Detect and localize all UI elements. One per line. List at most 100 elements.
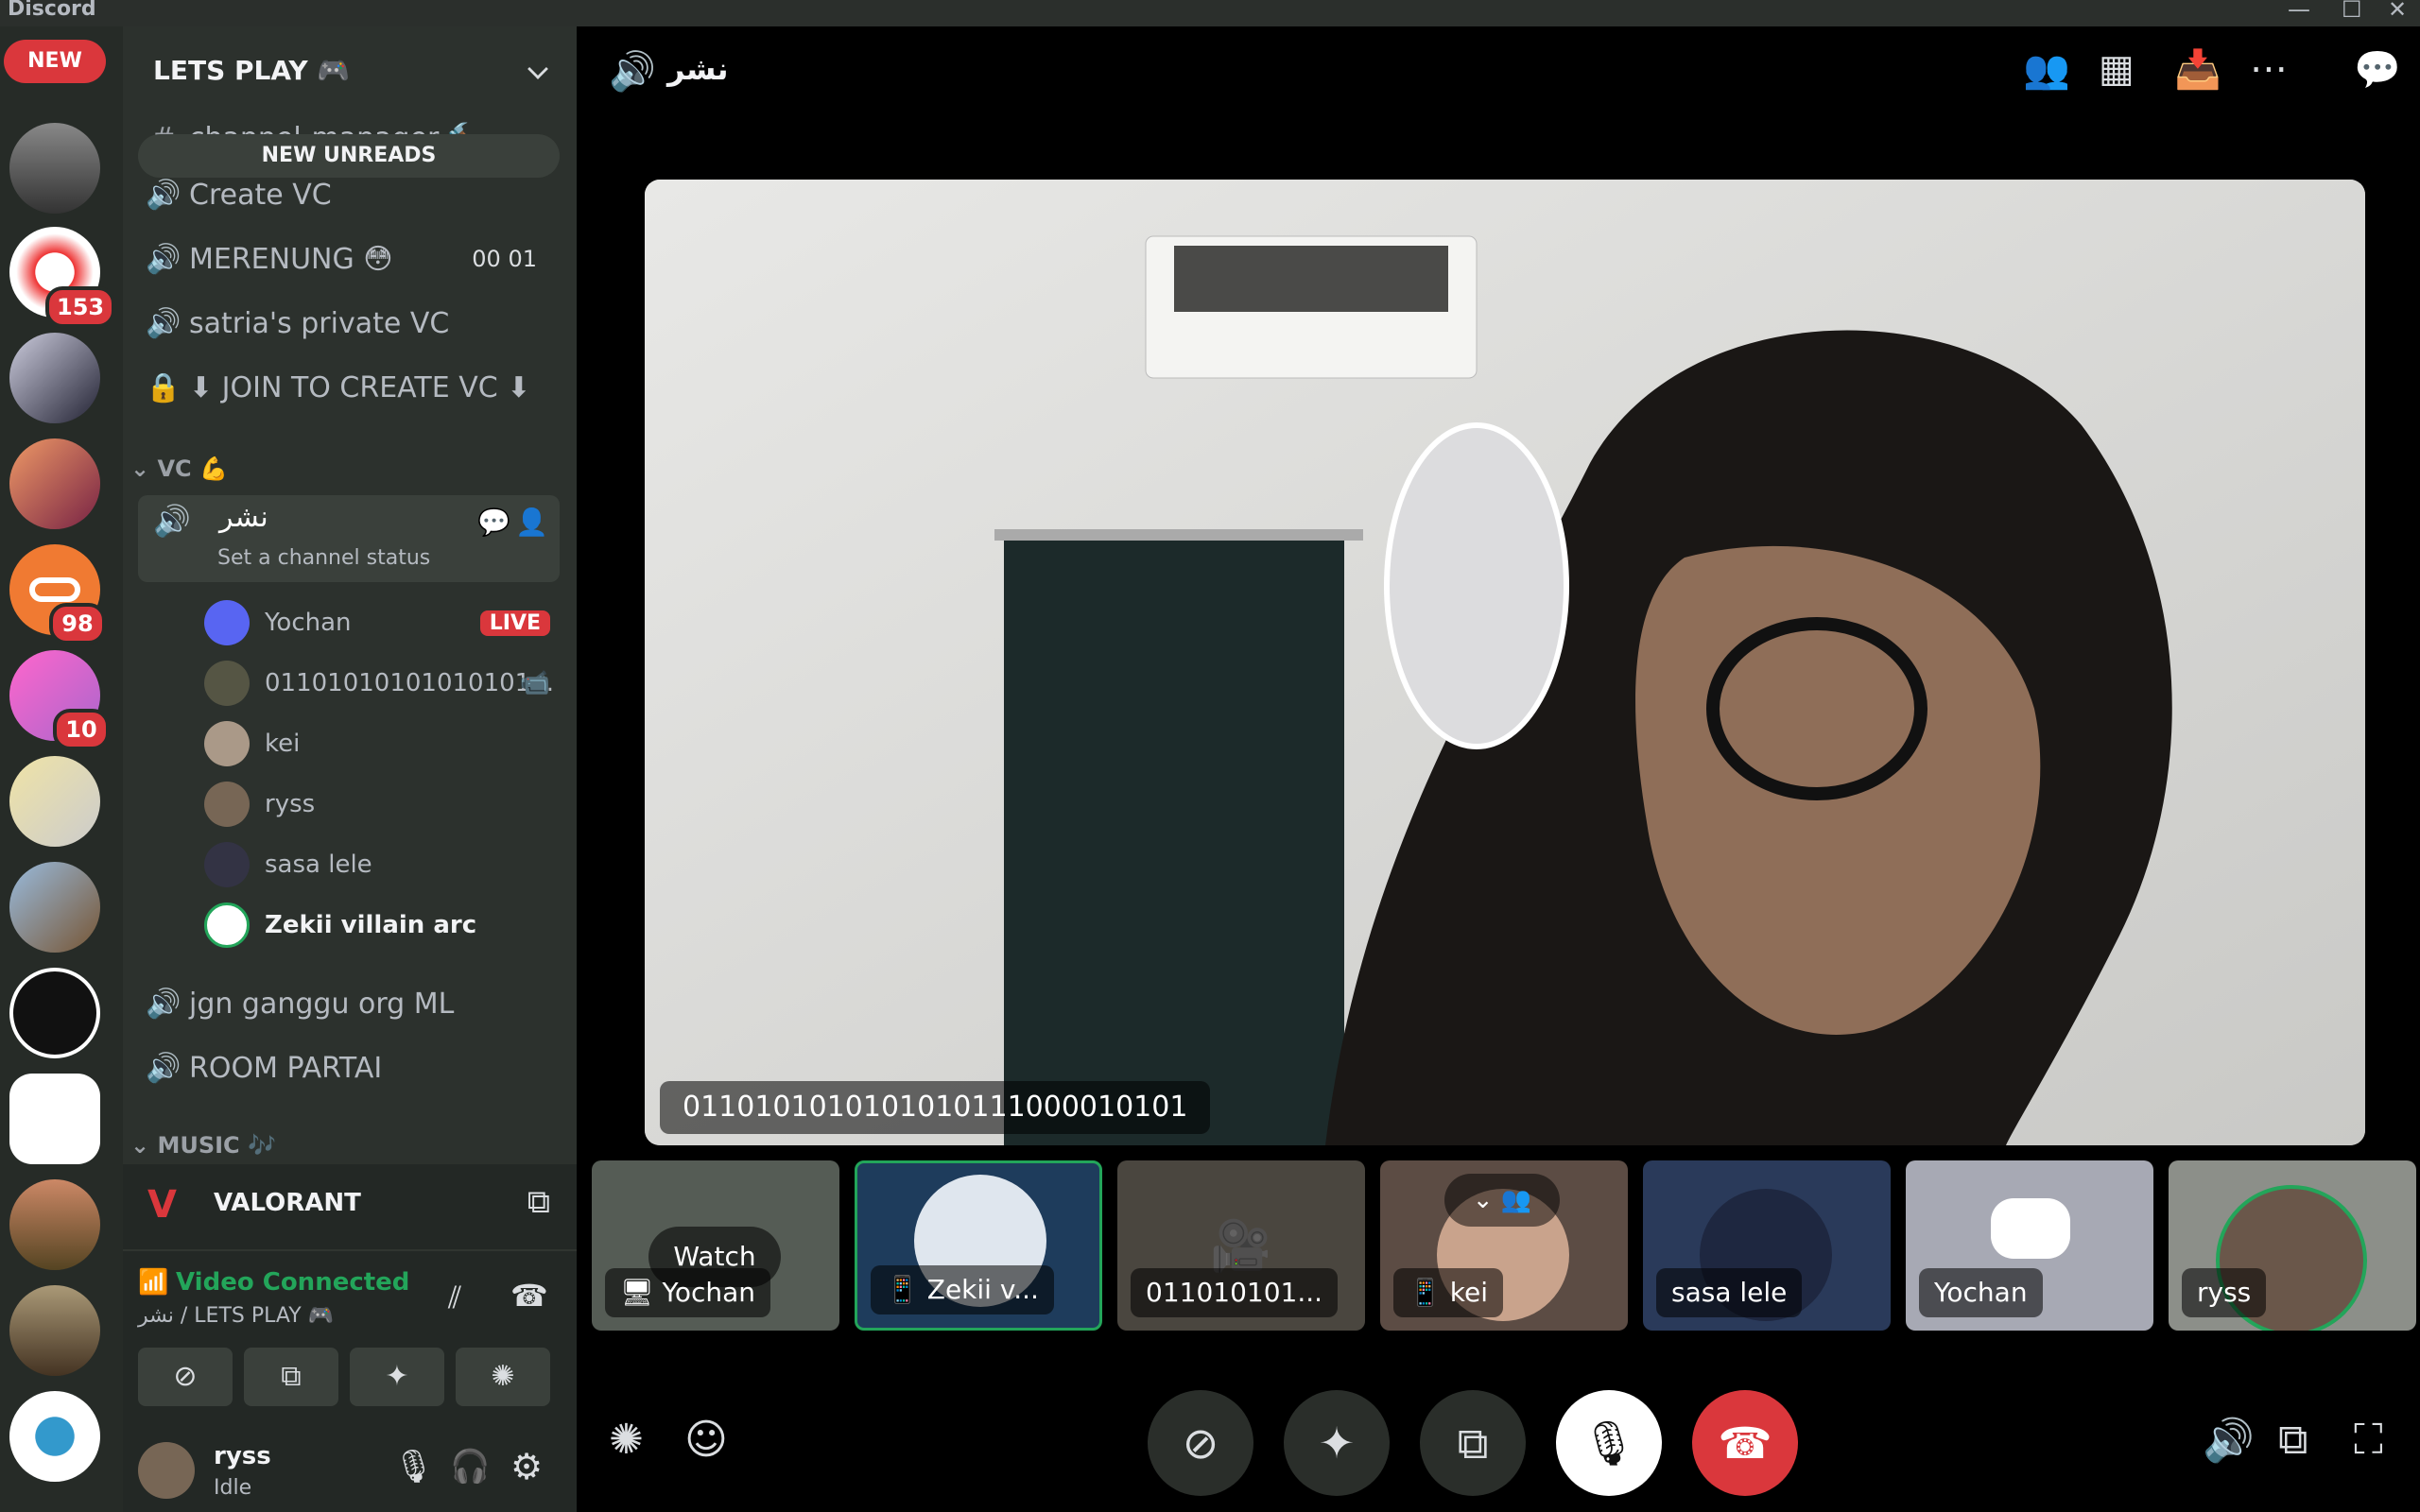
voice-member[interactable]: ryss [204, 778, 563, 831]
microphone-icon[interactable]: 🎙 [393, 1448, 434, 1486]
server-rail: NEW 153 98 10 [0, 26, 123, 1512]
server-icon-9[interactable] [9, 968, 100, 1058]
inbox-icon[interactable]: 📥 [2174, 47, 2221, 92]
channel-item[interactable]: 🔊 ROOM PARTAI [138, 1040, 560, 1096]
guild-name: LETS PLAY 🎮 [153, 55, 351, 86]
activities-button[interactable]: ✦ [350, 1348, 444, 1406]
chat-icon[interactable]: 💬 [477, 507, 510, 538]
participant-tile[interactable]: Yochan [1906, 1160, 2153, 1331]
server-icon-12[interactable] [9, 1285, 100, 1376]
share-screen-button[interactable]: ⧉ [1420, 1390, 1526, 1496]
minimize-button[interactable]: — [2288, 0, 2310, 23]
soundboard-icon: ✺ [491, 1360, 515, 1393]
voice-member[interactable]: 01101010101010101... 📹 [204, 657, 563, 710]
server-icon-10[interactable] [9, 1074, 100, 1164]
server-icon-13[interactable] [9, 1391, 100, 1482]
chevron-down-icon: ⌄ [130, 455, 158, 482]
screen-share-icon: 🖥 [620, 1277, 663, 1308]
category-music[interactable]: ⌄ MUSIC 🎶 [130, 1132, 276, 1159]
participant-tile[interactable]: 🎥 011010101... [1117, 1160, 1365, 1331]
user-name: ryss [214, 1442, 271, 1470]
share-screen-icon: ⧉ [1457, 1418, 1489, 1469]
volume-icon[interactable]: 🔊 [2203, 1416, 2255, 1465]
tile-name: kei [1449, 1277, 1488, 1308]
category-vc[interactable]: ⌄ VC 💪 [130, 455, 228, 482]
channel-name: MERENUNG 😳 [189, 242, 393, 276]
server-icon-4[interactable] [9, 438, 100, 529]
camera-off-button[interactable]: ⊘ [138, 1348, 233, 1406]
noise-suppression-icon[interactable]: ⫽ [448, 1280, 461, 1316]
server-icon-1[interactable] [9, 123, 100, 214]
channel-item[interactable]: 🔊 Create VC [138, 166, 560, 223]
maximize-button[interactable]: ☐ [2342, 0, 2362, 23]
voice-member[interactable]: sasa lele [204, 838, 563, 891]
microphone-button[interactable]: 🎙 [1556, 1390, 1662, 1496]
chat-icon[interactable]: 💬 [2354, 47, 2401, 92]
user-status: Idle [214, 1476, 252, 1500]
channel-item[interactable]: 🔊 satria's private VC [138, 295, 560, 352]
more-icon[interactable]: ⋯ [2250, 47, 2288, 91]
disconnect-icon[interactable]: ☎ [510, 1278, 548, 1314]
voice-member[interactable]: kei [204, 717, 563, 770]
voice-member-speaking[interactable]: Zekii villain arc [204, 899, 563, 952]
channel-name: ⬇ JOIN TO CREATE VC ⬇ [189, 370, 531, 404]
stage-name-chip: 0110101010101010111000010101 [660, 1081, 1211, 1134]
participant-tile[interactable]: 📱 Zekii v... [855, 1160, 1102, 1331]
headphones-icon[interactable]: 🎧 [450, 1448, 490, 1486]
server-icon-8[interactable] [9, 862, 100, 953]
tile-name-chip: ryss [2182, 1268, 2267, 1317]
channel-name: jgn ganggu org ML [189, 987, 455, 1021]
channel-status-input[interactable]: Set a channel status [217, 546, 430, 570]
voice-status[interactable]: Video Connected [176, 1268, 409, 1297]
user-panel: ryss Idle 🎙 🎧 ⚙ [123, 1429, 577, 1512]
gear-icon[interactable]: ⚙ [510, 1446, 543, 1487]
member-name: ryss [265, 790, 316, 818]
activities-button[interactable]: ✦ [1284, 1390, 1390, 1496]
active-voice-channel[interactable]: 🔊 نشر Set a channel status 💬 👤 [138, 495, 560, 582]
soundboard-button[interactable]: ✺ [456, 1348, 550, 1406]
voice-location[interactable]: نشر / LETS PLAY 🎮 [138, 1304, 334, 1328]
channel-item[interactable]: 🔊 MERENUNG 😳 00 01 [138, 231, 560, 287]
voice-member[interactable]: Yochan LIVE [204, 596, 563, 649]
popout-icon[interactable]: ⧉ [2278, 1416, 2308, 1464]
tile-menu-icon[interactable]: ⌄ 👥 [1444, 1174, 1560, 1227]
category-label: VC 💪 [157, 455, 228, 482]
focused-video[interactable]: 0110101010101010111000010101 [645, 180, 2365, 1145]
member-name: Zekii villain arc [265, 911, 477, 939]
stream-icon[interactable]: ⧉ [527, 1183, 550, 1221]
avatar [204, 842, 250, 887]
guild-header[interactable]: LETS PLAY 🎮 [123, 26, 577, 117]
soundboard-icon[interactable]: ✺ [609, 1416, 644, 1464]
invite-icon[interactable]: 👤 [515, 507, 548, 538]
close-button[interactable]: ✕ [2388, 0, 2407, 23]
participant-tile[interactable]: ryss [2169, 1160, 2416, 1331]
server-icon-3[interactable] [9, 333, 100, 423]
camera-off-icon: ⊘ [173, 1360, 198, 1393]
camera-off-button[interactable]: ⊘ [1148, 1390, 1253, 1496]
unread-badge: 10 [53, 709, 110, 750]
chevron-down-icon [527, 59, 548, 79]
emoji-icon[interactable]: ☺ [684, 1416, 728, 1464]
participant-tile[interactable]: sasa lele [1643, 1160, 1891, 1331]
tile-name-chip: sasa lele [1656, 1268, 1803, 1317]
game-name: VALORANT [214, 1189, 361, 1217]
participant-tile[interactable]: Watch 🖥 Yochan [592, 1160, 839, 1331]
participant-tile[interactable]: ⌄ 👥 📱 kei [1380, 1160, 1628, 1331]
channel-item[interactable]: 🔊 jgn ganggu org ML [138, 975, 560, 1032]
server-icon-7[interactable] [9, 756, 100, 847]
new-badge[interactable]: NEW [4, 40, 106, 83]
fullscreen-icon[interactable]: ⛶ [2354, 1416, 2383, 1464]
avatar[interactable] [138, 1442, 195, 1499]
share-screen-button[interactable]: ⧉ [244, 1348, 338, 1406]
camera-icon: 🎥 [1210, 1218, 1271, 1275]
activities-icon: ✦ [1318, 1418, 1356, 1469]
channel-item[interactable]: 🔒 ⬇ JOIN TO CREATE VC ⬇ [138, 359, 560, 416]
disconnect-button[interactable]: ☎ [1692, 1390, 1798, 1496]
avatar [204, 782, 250, 827]
member-name: Yochan [265, 609, 352, 637]
avatar [204, 902, 250, 948]
grid-icon[interactable]: ▦ [2099, 47, 2135, 91]
server-icon-11[interactable] [9, 1179, 100, 1270]
member-name: sasa lele [265, 850, 372, 879]
invite-icon[interactable]: 👥 [2023, 47, 2070, 92]
